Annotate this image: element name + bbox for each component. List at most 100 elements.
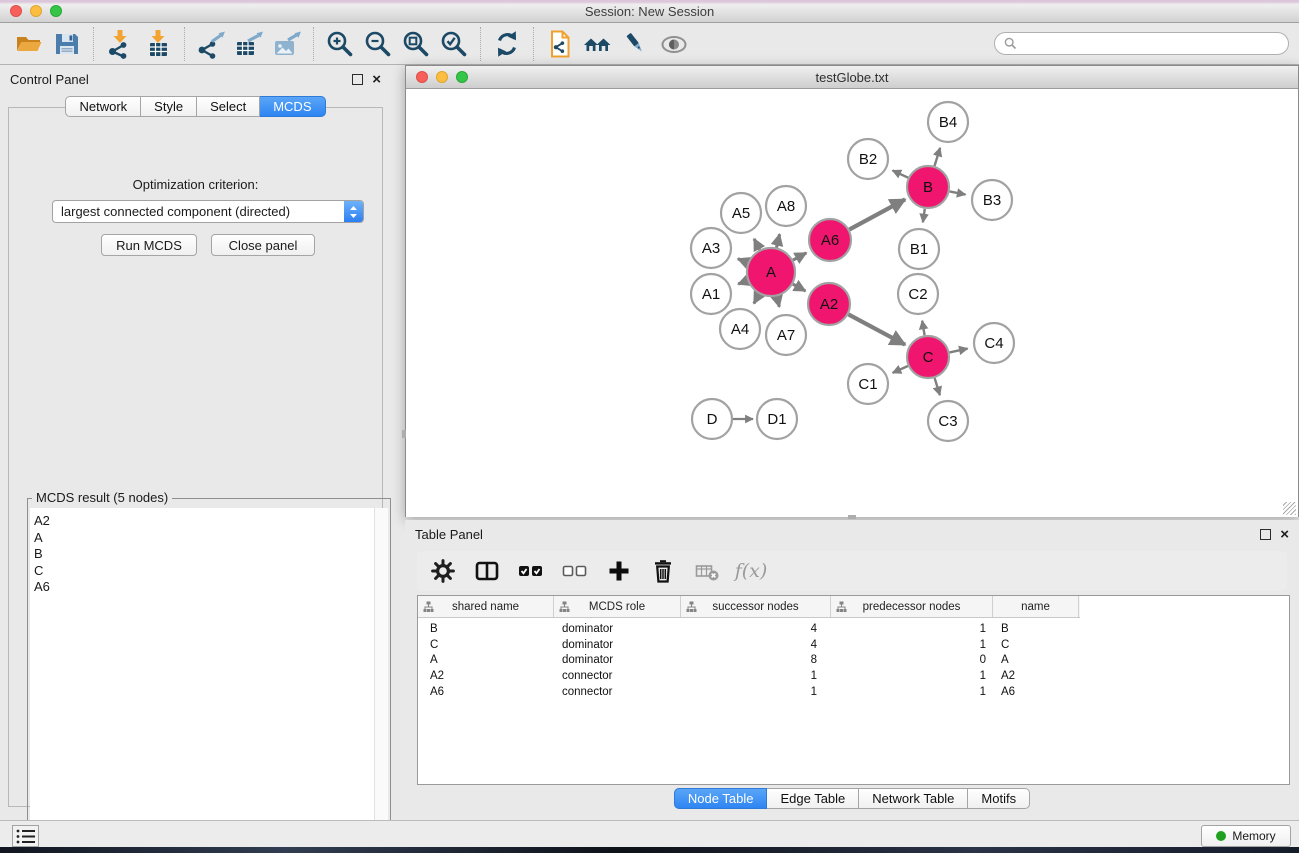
mcds-result-item[interactable]: C — [30, 563, 388, 580]
home-button[interactable] — [579, 26, 617, 62]
table-cell[interactable]: 1 — [831, 686, 993, 698]
column-header-successor-nodes[interactable]: successor nodes — [681, 596, 831, 617]
edge-A-A4[interactable] — [754, 294, 759, 304]
frame-edge-handle[interactable] — [402, 430, 406, 438]
zoom-fit-button[interactable] — [397, 26, 435, 62]
table-row[interactable]: A2connector11A2 — [418, 668, 1289, 684]
show-graphics-button[interactable] — [655, 26, 693, 62]
zoom-out-button[interactable] — [359, 26, 397, 62]
zoom-window-button[interactable] — [50, 5, 62, 17]
mcds-result-item[interactable]: B — [30, 546, 388, 563]
show-column-button[interactable] — [473, 557, 501, 585]
edge-B-B2[interactable] — [893, 170, 909, 177]
table-row[interactable]: Bdominator41B — [418, 621, 1289, 637]
delete-table-button[interactable] — [693, 557, 721, 585]
table-cell[interactable]: A2 — [993, 670, 1079, 682]
network-document-button[interactable] — [541, 26, 579, 62]
tab-edge-table[interactable]: Edge Table — [767, 788, 859, 809]
edge-A-A2[interactable] — [793, 284, 806, 291]
edge-A-A3[interactable] — [738, 259, 748, 263]
tab-network[interactable]: Network — [65, 96, 141, 117]
delete-column-button[interactable] — [649, 557, 677, 585]
open-session-button[interactable] — [10, 26, 48, 62]
edge-C-C2[interactable] — [922, 321, 924, 336]
select-all-button[interactable] — [517, 557, 545, 585]
table-row[interactable]: Adominator80A — [418, 652, 1289, 668]
table-cell[interactable]: A6 — [418, 686, 554, 698]
frame-edge-handle[interactable] — [848, 515, 856, 519]
table-cell[interactable]: dominator — [554, 639, 681, 651]
edge-A-A5[interactable] — [754, 239, 760, 250]
mcds-result-item[interactable]: A6 — [30, 579, 388, 596]
unselect-all-button[interactable] — [561, 557, 589, 585]
table-cell[interactable]: B — [418, 623, 554, 635]
mcds-result-item[interactable]: A — [30, 530, 388, 547]
edge-A6-B[interactable] — [849, 199, 905, 229]
optimization-criterion-select[interactable]: largest connected component (directed) — [52, 200, 364, 223]
table-row[interactable]: Cdominator41C — [418, 637, 1289, 653]
tab-node-table[interactable]: Node Table — [674, 788, 768, 809]
column-header-predecessor-nodes[interactable]: predecessor nodes — [831, 596, 993, 617]
close-panel-icon[interactable]: × — [372, 72, 381, 87]
edge-A-A7[interactable] — [777, 296, 780, 307]
table-cell[interactable]: dominator — [554, 654, 681, 666]
float-panel-icon[interactable] — [1260, 529, 1271, 540]
table-cell[interactable]: 1 — [681, 686, 831, 698]
task-history-button[interactable] — [12, 825, 39, 847]
table-cell[interactable]: 8 — [681, 654, 831, 666]
minimize-window-button[interactable] — [30, 5, 42, 17]
search-input[interactable] — [1022, 36, 1279, 52]
tab-select[interactable]: Select — [197, 96, 260, 117]
tab-style[interactable]: Style — [141, 96, 197, 117]
table-cell[interactable]: A2 — [418, 670, 554, 682]
table-cell[interactable]: 4 — [681, 639, 831, 651]
column-header-name[interactable]: name — [993, 596, 1079, 617]
apply-layout-button[interactable] — [488, 26, 526, 62]
edge-C-C4[interactable] — [950, 349, 968, 353]
import-network-button[interactable] — [101, 26, 139, 62]
edge-B-B1[interactable] — [923, 209, 925, 223]
zoom-in-button[interactable] — [321, 26, 359, 62]
network-canvas[interactable]: AA1A2A3A4A5A6A7A8BB1B2B3B4CC1C2C3C4DD1 — [406, 89, 1298, 517]
minimize-network-button[interactable] — [436, 71, 448, 83]
run-mcds-button[interactable]: Run MCDS — [101, 234, 197, 256]
column-header-MCDS-role[interactable]: MCDS role — [554, 596, 681, 617]
table-cell[interactable]: C — [418, 639, 554, 651]
table-row[interactable]: A6connector11A6 — [418, 684, 1289, 700]
table-cell[interactable]: 1 — [831, 623, 993, 635]
edge-A2-C[interactable] — [848, 314, 905, 344]
function-builder-button[interactable]: f(x) — [737, 557, 765, 585]
zoom-selected-button[interactable] — [435, 26, 473, 62]
export-table-button[interactable] — [230, 26, 268, 62]
table-cell[interactable]: A6 — [993, 686, 1079, 698]
table-cell[interactable]: connector — [554, 670, 681, 682]
table-cell[interactable]: 1 — [831, 670, 993, 682]
export-image-button[interactable] — [268, 26, 306, 62]
add-column-button[interactable] — [605, 557, 633, 585]
table-cell[interactable]: connector — [554, 686, 681, 698]
close-network-button[interactable] — [416, 71, 428, 83]
close-panel-icon[interactable]: × — [1280, 527, 1289, 542]
tab-network-table[interactable]: Network Table — [859, 788, 968, 809]
edge-A-A1[interactable] — [738, 281, 747, 284]
edge-A-A6[interactable] — [793, 253, 806, 260]
table-cell[interactable]: C — [993, 639, 1079, 651]
table-cell[interactable]: 1 — [681, 670, 831, 682]
float-panel-icon[interactable] — [352, 74, 363, 85]
style-pen-button[interactable] — [617, 26, 655, 62]
table-cell[interactable]: B — [993, 623, 1079, 635]
memory-button[interactable]: Memory — [1201, 825, 1291, 847]
export-network-button[interactable] — [192, 26, 230, 62]
import-table-button[interactable] — [139, 26, 177, 62]
mcds-result-item[interactable]: A2 — [30, 513, 388, 530]
edge-C-C1[interactable] — [893, 366, 908, 373]
table-settings-button[interactable] — [429, 557, 457, 585]
column-header-shared-name[interactable]: shared name — [418, 596, 554, 617]
edge-A-A8[interactable] — [777, 234, 780, 247]
table-cell[interactable]: 0 — [831, 654, 993, 666]
table-cell[interactable]: A — [418, 654, 554, 666]
edge-C-C3[interactable] — [935, 378, 940, 395]
edge-B-B3[interactable] — [950, 191, 966, 194]
table-cell[interactable]: 4 — [681, 623, 831, 635]
close-window-button[interactable] — [10, 5, 22, 17]
